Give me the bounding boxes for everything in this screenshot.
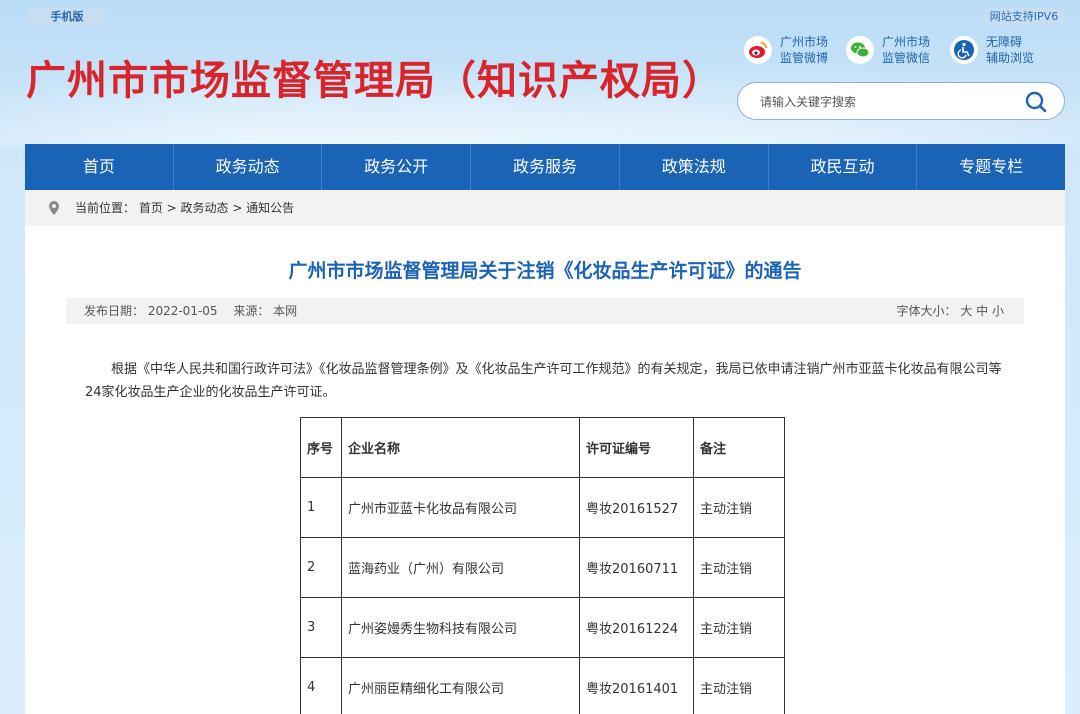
- col-header-company: 企业名称: [341, 417, 580, 478]
- wechat-link[interactable]: 广州市场 监管微信: [846, 34, 942, 66]
- table-row: 1 广州市亚蓝卡化妆品有限公司 粤妆20161527 主动注销: [300, 477, 785, 538]
- col-header-license: 许可证编号: [579, 417, 694, 478]
- col-header-index: 序号: [300, 417, 342, 478]
- cell-index: 1: [300, 477, 342, 538]
- weibo-link-label: 广州市场 监管微博: [780, 35, 829, 65]
- search-icon: [1025, 91, 1047, 113]
- cell-company: 广州市亚蓝卡化妆品有限公司: [341, 477, 580, 538]
- search-box: [737, 82, 1065, 120]
- cell-company: 广州丽臣精细化工有限公司: [341, 657, 580, 714]
- cell-index: 3: [300, 597, 342, 658]
- breadcrumb: 当前位置： 首页 > 政务动态 > 通知公告: [25, 190, 1065, 226]
- table-row: 3 广州姿嫚秀生物科技有限公司 粤妆20161224 主动注销: [300, 597, 785, 658]
- accessibility-link-label: 无障碍 辅助浏览: [986, 35, 1035, 65]
- wechat-link-label: 广州市场 监管微信: [882, 35, 931, 65]
- accessibility-link[interactable]: 无障碍 辅助浏览: [950, 34, 1046, 66]
- table-row: 4 广州丽臣精细化工有限公司 粤妆20161401 主动注销: [300, 657, 785, 714]
- accessibility-icon: [950, 36, 978, 64]
- nav-item-topics[interactable]: 专题专栏: [917, 144, 1065, 190]
- cell-company: 蓝海药业（广州）有限公司: [341, 537, 580, 598]
- nav-item-disclosure[interactable]: 政务公开: [322, 144, 472, 190]
- article-title: 广州市市场监督管理局关于注销《化妆品生产许可证》的通告: [288, 260, 802, 282]
- article-meta: 发布日期： 2022-01-05 来源： 本网 字体大小： 大 中 小: [66, 298, 1024, 324]
- article-container: 广州市市场监督管理局关于注销《化妆品生产许可证》的通告 发布日期： 2022-0…: [25, 226, 1065, 714]
- site-title: 广州市市场监督管理局（知识产权局）: [26, 58, 723, 104]
- ipv6-badge: 网站支持IPV6: [982, 8, 1066, 26]
- article-body: 根据《中华人民共和国行政许可法》《化妆品监督管理条例》及《化妆品生产许可工作规范…: [85, 362, 1002, 400]
- main-nav: 首页 政务动态 政务公开 政务服务 政策法规 政民互动 专题专栏: [25, 144, 1065, 190]
- license-table: 序号 企业名称 许可证编号 备注 1 广州市亚蓝卡化妆品有限公司 粤妆20161…: [300, 417, 785, 714]
- cell-license: 粤妆20161401: [579, 657, 694, 714]
- nav-item-interaction[interactable]: 政民互动: [769, 144, 918, 190]
- cell-remark: 主动注销: [693, 597, 785, 658]
- mobile-version-link[interactable]: 手机版: [26, 8, 108, 26]
- cell-license: 粤妆20161527: [579, 477, 694, 538]
- search-button[interactable]: [1024, 90, 1048, 114]
- wechat-icon: [846, 36, 874, 64]
- weibo-link[interactable]: 广州市场 监管微博: [744, 34, 840, 66]
- cell-index: 2: [300, 537, 342, 598]
- cell-remark: 主动注销: [693, 657, 785, 714]
- table-header-row: 序号 企业名称 许可证编号 备注: [300, 417, 785, 478]
- table-row: 2 蓝海药业（广州）有限公司 粤妆20160711 主动注销: [300, 537, 785, 598]
- cell-remark: 主动注销: [693, 477, 785, 538]
- search-input[interactable]: [760, 92, 1010, 112]
- col-header-remark: 备注: [693, 417, 785, 478]
- cell-index: 4: [300, 657, 342, 714]
- weibo-icon: [744, 36, 772, 64]
- nav-item-services[interactable]: 政务服务: [471, 144, 620, 190]
- nav-item-policies[interactable]: 政策法规: [620, 144, 769, 190]
- cell-company: 广州姿嫚秀生物科技有限公司: [341, 597, 580, 658]
- font-size-control[interactable]: 字体大小： 大 中 小: [897, 298, 1004, 324]
- breadcrumb-text[interactable]: 当前位置： 首页 > 政务动态 > 通知公告: [75, 201, 294, 215]
- nav-item-news[interactable]: 政务动态: [174, 144, 323, 190]
- cell-remark: 主动注销: [693, 537, 785, 598]
- location-pin-icon: [49, 201, 59, 215]
- cell-license: 粤妆20161224: [579, 597, 694, 658]
- publish-info: 发布日期： 2022-01-05 来源： 本网: [84, 304, 298, 318]
- cell-license: 粤妆20160711: [579, 537, 694, 598]
- nav-item-home[interactable]: 首页: [25, 144, 174, 190]
